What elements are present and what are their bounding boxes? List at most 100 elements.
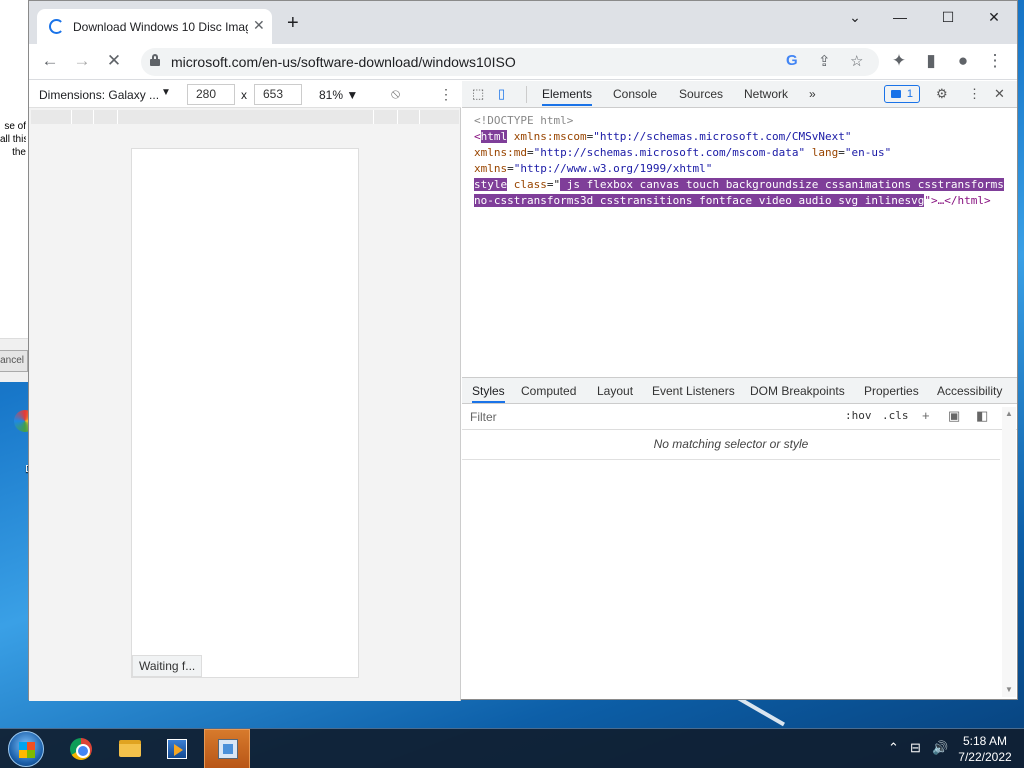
sidebar-toggle-icon[interactable]: ◧ [976, 408, 988, 424]
tab-accessibility[interactable]: Accessibility [937, 384, 1002, 398]
minimize-button[interactable]: — [885, 9, 915, 25]
media-query-ruler [31, 110, 459, 124]
network-icon[interactable]: ⊟ [910, 740, 921, 756]
inspect-element-icon[interactable]: ⬚ [472, 86, 484, 102]
browser-toolbar: ← → ✕ microsoft.com/en-us/software-downl… [29, 44, 1017, 80]
stop-loading-button[interactable]: ✕ [103, 51, 125, 71]
taskbar-explorer[interactable] [106, 729, 152, 768]
dimension-separator: x [241, 88, 247, 102]
style-attr[interactable]: style [474, 178, 508, 191]
close-devtools-icon[interactable]: ✕ [994, 86, 1005, 102]
tab-properties[interactable]: Properties [864, 384, 919, 398]
scroll-down-icon[interactable]: ▼ [1005, 685, 1013, 694]
extensions-icon[interactable]: ✦ [888, 51, 910, 71]
media-player-icon [167, 739, 187, 759]
tab-network[interactable]: Network [744, 87, 788, 101]
doctype-node[interactable]: <!DOCTYPE html> [474, 114, 573, 127]
device-toggle-icon[interactable]: ▯ [498, 86, 505, 102]
devtools-panel: ⬚ ▯ Elements Console Sources Network » 1… [462, 81, 1017, 699]
attr-name: xmlns [474, 162, 508, 175]
tab-close-icon[interactable]: ✕ [253, 17, 265, 34]
taskbar-media-player[interactable] [154, 729, 200, 768]
gear-icon[interactable]: ⚙ [936, 86, 948, 102]
devtools-menu-icon[interactable]: ⋮ [968, 86, 981, 102]
background-window-text: se of all this the [0, 121, 26, 158]
device-dimensions-select[interactable]: Dimensions: Galaxy ... [39, 88, 159, 102]
attr-name: xmlns:mscom [507, 130, 587, 143]
device-height-input[interactable]: 653 [254, 84, 302, 105]
tag-bracket: < [474, 130, 481, 143]
tab-elements[interactable]: Elements [542, 87, 593, 106]
tab-sources[interactable]: Sources [679, 87, 723, 101]
class-toggle-button[interactable]: .cls [882, 409, 909, 422]
attr-value: "en-us" [844, 146, 892, 159]
loading-status: Waiting f... [132, 655, 203, 677]
browser-tab[interactable]: Download Windows 10 Disc Image ✕ [37, 9, 272, 44]
attr-value: "http://www.w3.org/1999/xhtml" [513, 162, 713, 175]
class-value-line-1[interactable]: js flexbox canvas touch backgroundsize c… [560, 178, 1004, 191]
tab-event-listeners[interactable]: Event Listeners [652, 384, 735, 398]
forward-button[interactable]: → [71, 51, 93, 71]
bookmark-star-icon[interactable]: ☆ [850, 52, 863, 70]
start-button[interactable] [8, 731, 44, 767]
tab-layout[interactable]: Layout [597, 384, 633, 398]
toolbar-divider [526, 86, 527, 103]
lock-icon[interactable] [150, 54, 160, 66]
clock-date: 7/22/2022 [958, 750, 1012, 764]
browser-menu-icon[interactable]: ⋮ [984, 51, 1006, 71]
device-width-input[interactable]: 280 [187, 84, 235, 105]
device-more-icon[interactable]: ⋮ [439, 86, 453, 103]
no-match-message: No matching selector or style [653, 437, 809, 451]
chrome-icon [70, 738, 92, 760]
tab-console[interactable]: Console [613, 87, 657, 101]
address-bar[interactable]: microsoft.com/en-us/software-download/wi… [141, 48, 879, 76]
attr-name: xmlns:md [474, 146, 527, 159]
loading-spinner-icon [49, 19, 64, 34]
scroll-up-icon[interactable]: ▲ [1005, 409, 1013, 418]
background-cancel-button[interactable]: ancel [0, 350, 28, 372]
taskbar-setup[interactable] [204, 729, 250, 768]
close-window-button[interactable]: ✕ [979, 9, 1009, 26]
volume-icon[interactable]: 🔊 [932, 740, 948, 756]
attr-name: lang [805, 146, 839, 159]
more-tabs-icon[interactable]: » [809, 87, 816, 101]
tab-computed[interactable]: Computed [521, 384, 576, 398]
dom-tree[interactable]: <!DOCTYPE html> <html xmlns:mscom="http:… [474, 113, 1014, 209]
tab-dom-breakpoints[interactable]: DOM Breakpoints [750, 384, 845, 398]
issues-badge[interactable]: 1 [884, 85, 920, 103]
class-value-line-2[interactable]: no-csstransforms3d csstransitions fontfa… [474, 194, 925, 207]
new-style-rule-icon[interactable]: + [922, 408, 930, 423]
closing-tag: ">…</html> [924, 194, 991, 207]
zoom-select[interactable]: 81% ▼ [319, 88, 358, 102]
new-tab-button[interactable]: + [287, 13, 299, 33]
html-tag-name[interactable]: html [480, 130, 508, 143]
styles-filter-input[interactable]: Filter [470, 410, 497, 424]
tab-search-icon[interactable]: ⌄ [840, 9, 870, 26]
tab-strip: Download Windows 10 Disc Image ✕ + ⌄ — ☐… [29, 1, 1017, 44]
profile-avatar[interactable]: ● [952, 51, 974, 71]
device-viewport-area: Waiting f... [29, 108, 461, 701]
maximize-button[interactable]: ☐ [933, 9, 963, 26]
device-viewport[interactable]: Waiting f... [131, 148, 359, 678]
taskbar-chrome[interactable] [58, 729, 104, 768]
attr-name: class [507, 178, 547, 191]
url-text[interactable]: microsoft.com/en-us/software-download/wi… [171, 54, 516, 70]
back-button[interactable]: ← [39, 51, 61, 71]
windows-logo-icon [19, 742, 35, 758]
google-translate-icon[interactable]: G [786, 52, 798, 69]
tab-styles[interactable]: Styles [472, 384, 505, 403]
show-hidden-icons-arrow[interactable]: ⌃ [888, 740, 899, 756]
side-panel-icon[interactable]: ▮ [920, 51, 942, 71]
folder-icon [119, 740, 141, 757]
styles-scrollbar[interactable]: ▲ ▼ [1002, 407, 1016, 697]
system-clock[interactable]: 5:18 AM 7/22/2022 [950, 733, 1020, 765]
hover-state-button[interactable]: :hov [845, 409, 872, 422]
styles-tabbar: Styles Computed Layout Event Listeners D… [462, 377, 1017, 404]
clock-time: 5:18 AM [962, 734, 1008, 748]
styles-filter-bar: Filter :hov .cls + ▣ ◧ [462, 404, 1017, 430]
tab-title: Download Windows 10 Disc Image [73, 20, 248, 34]
paint-brush-icon[interactable]: ▣ [948, 408, 960, 424]
chevron-down-icon[interactable]: ▼ [161, 87, 171, 98]
rotate-icon[interactable]: ⦸ [391, 85, 400, 102]
share-icon[interactable]: ⇪ [818, 52, 831, 70]
